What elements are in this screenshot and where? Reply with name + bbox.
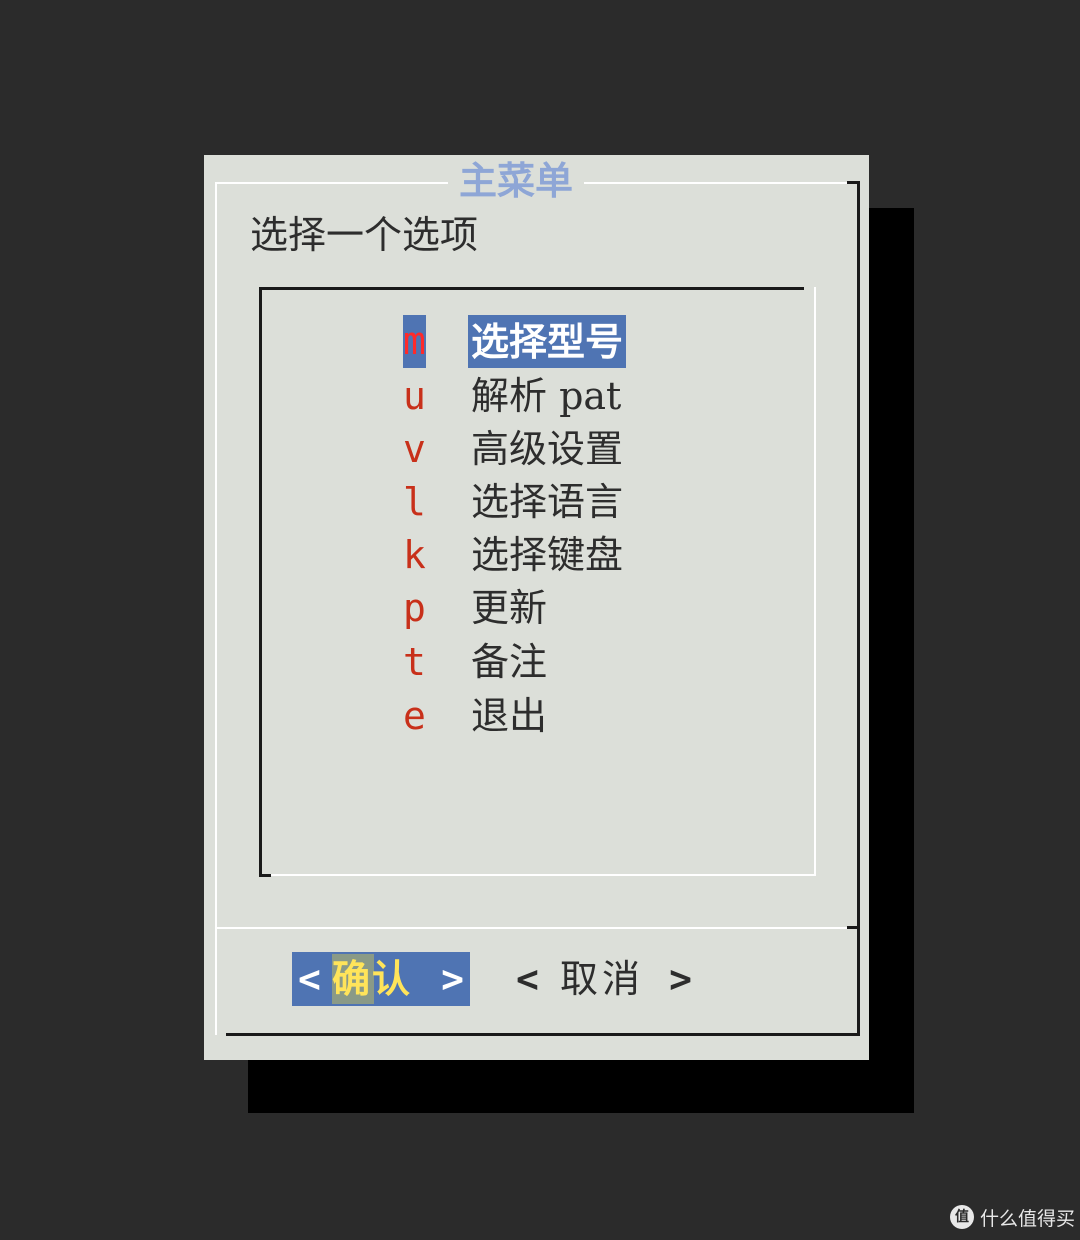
menu-item-hotkey: v [403,427,426,471]
dialog-title: 主菜单 [448,156,584,206]
menu-item-select-language[interactable]: l 选择语言 [403,476,733,529]
menu-item-label: 选择型号 [468,315,627,368]
dialog-prompt: 选择一个选项 [250,213,479,257]
menu-item-label: 退出 [471,694,548,738]
menu-item-hotkey: k [403,533,426,577]
cancel-button[interactable]: < 取消 > [514,952,694,1006]
menu-item-parse-pat[interactable]: u 解析 pat [403,370,733,423]
menu-item-advanced-settings[interactable]: v 高级设置 [403,423,733,476]
button-row-separator-corner [847,926,860,929]
menu-list-border-left [259,287,262,877]
menu-item-label: 更新 [471,586,548,630]
menu-list-border-top [259,287,804,290]
menu-item-hotkey: l [403,480,426,524]
menu-item-update[interactable]: p 更新 [403,582,733,635]
button-bracket-left: < [298,957,321,1001]
button-bracket-left: < [516,957,539,1001]
button-bracket-right: > [669,957,692,1001]
button-row-separator [217,927,860,929]
menu-item-hotkey: e [403,694,426,738]
watermark: 值 什么值得买 [950,1203,1075,1231]
menu-item-label: 高级设置 [471,427,624,471]
menu-item-hotkey: t [403,640,426,684]
confirm-button[interactable]: < 确认 > [292,952,470,1006]
menu-item-hotkey: p [403,586,426,630]
menu-item-hotkey: u [403,374,426,418]
dialog-frame-bottom [226,1033,860,1036]
menu-list-border-right [814,287,816,876]
menu-item-hotkey: m [403,315,426,368]
menu-list-border-corner [259,874,271,877]
menu-item-exit[interactable]: e 退出 [403,690,733,743]
menu-list-border-bottom [268,874,816,876]
menu-item-label: 选择键盘 [471,533,624,577]
menu-item-label: 选择语言 [471,480,624,524]
dialog-frame-left [215,182,217,1035]
cancel-button-label: 取消 [560,957,645,1001]
menu-item-notes[interactable]: t 备注 [403,636,733,689]
button-bracket-right: > [441,957,464,1001]
watermark-text: 什么值得买 [980,1207,1076,1230]
confirm-button-label: 确认 [332,956,413,1001]
dialog-frame-corner [847,181,860,184]
watermark-logo-icon: 值 [950,1205,974,1229]
menu-item-label: 解析 pat [471,374,622,418]
menu-item-select-keyboard[interactable]: k 选择键盘 [403,529,733,582]
dialog-frame-right [857,181,860,1035]
menu-item-select-model[interactable]: m 选择型号 [403,315,733,368]
menu-item-label: 备注 [471,640,548,684]
